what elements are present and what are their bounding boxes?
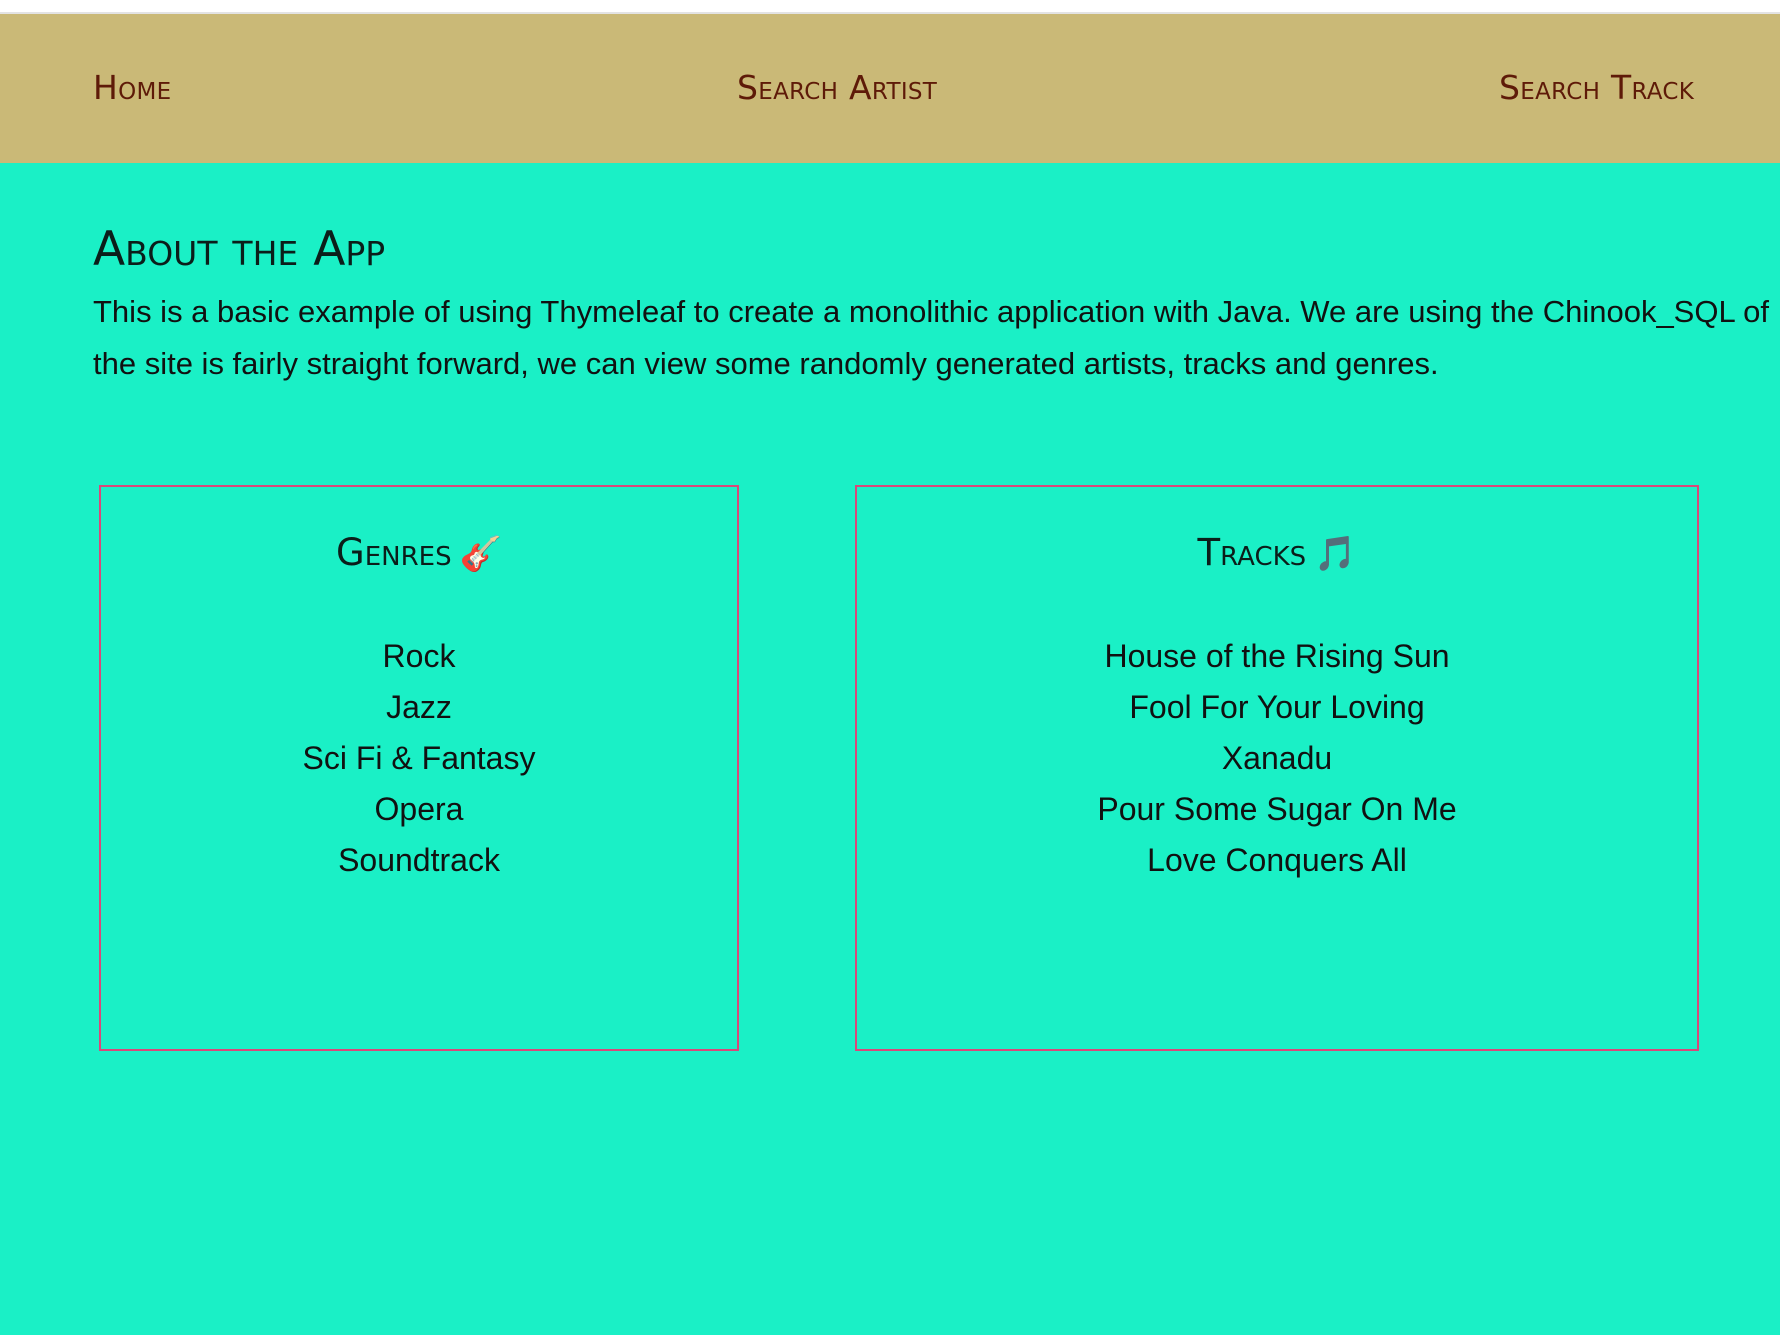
genre-item: Opera <box>374 791 464 827</box>
tracks-list: House of the Rising Sun Fool For Your Lo… <box>857 631 1697 886</box>
tracks-title-label: Tracks <box>1197 531 1307 574</box>
genre-item: Sci Fi & Fantasy <box>302 740 536 776</box>
tracks-title: Tracks 🎵 <box>857 531 1697 591</box>
music-note-icon: 🎵 <box>1314 534 1357 574</box>
nav-search-artist-link[interactable]: Search Artist <box>737 68 937 107</box>
track-item: Xanadu <box>1221 740 1333 776</box>
browser-top-edge <box>0 0 1780 14</box>
navbar: Home Search Artist Search Track <box>0 14 1780 163</box>
track-item: House of the Rising Sun <box>1104 638 1450 674</box>
track-item: Love Conquers All <box>1147 842 1407 878</box>
about-description: This is a basic example of using Thymele… <box>93 294 1770 381</box>
genres-title-label: Genres <box>336 531 452 574</box>
genres-card: Genres 🎸 Rock Jazz Sci Fi & Fantasy Opera… <box>99 485 739 1051</box>
genres-list: Rock Jazz Sci Fi & Fantasy Opera Soundtr… <box>101 631 737 886</box>
genre-item: Soundtrack <box>338 842 500 878</box>
track-item: Pour Some Sugar On Me <box>1097 791 1457 827</box>
tracks-card: Tracks 🎵 House of the Rising Sun Fool For… <box>855 485 1699 1051</box>
track-item: Fool For Your Loving <box>1129 689 1425 725</box>
nav-search-track-link[interactable]: Search Track <box>1499 68 1694 107</box>
guitar-icon: 🎸 <box>459 534 502 574</box>
genre-item: Jazz <box>386 689 452 725</box>
genre-item: Rock <box>382 638 456 674</box>
about-title: About the App <box>93 222 386 277</box>
genres-title: Genres 🎸 <box>101 531 737 591</box>
nav-home-link[interactable]: Home <box>93 68 172 107</box>
